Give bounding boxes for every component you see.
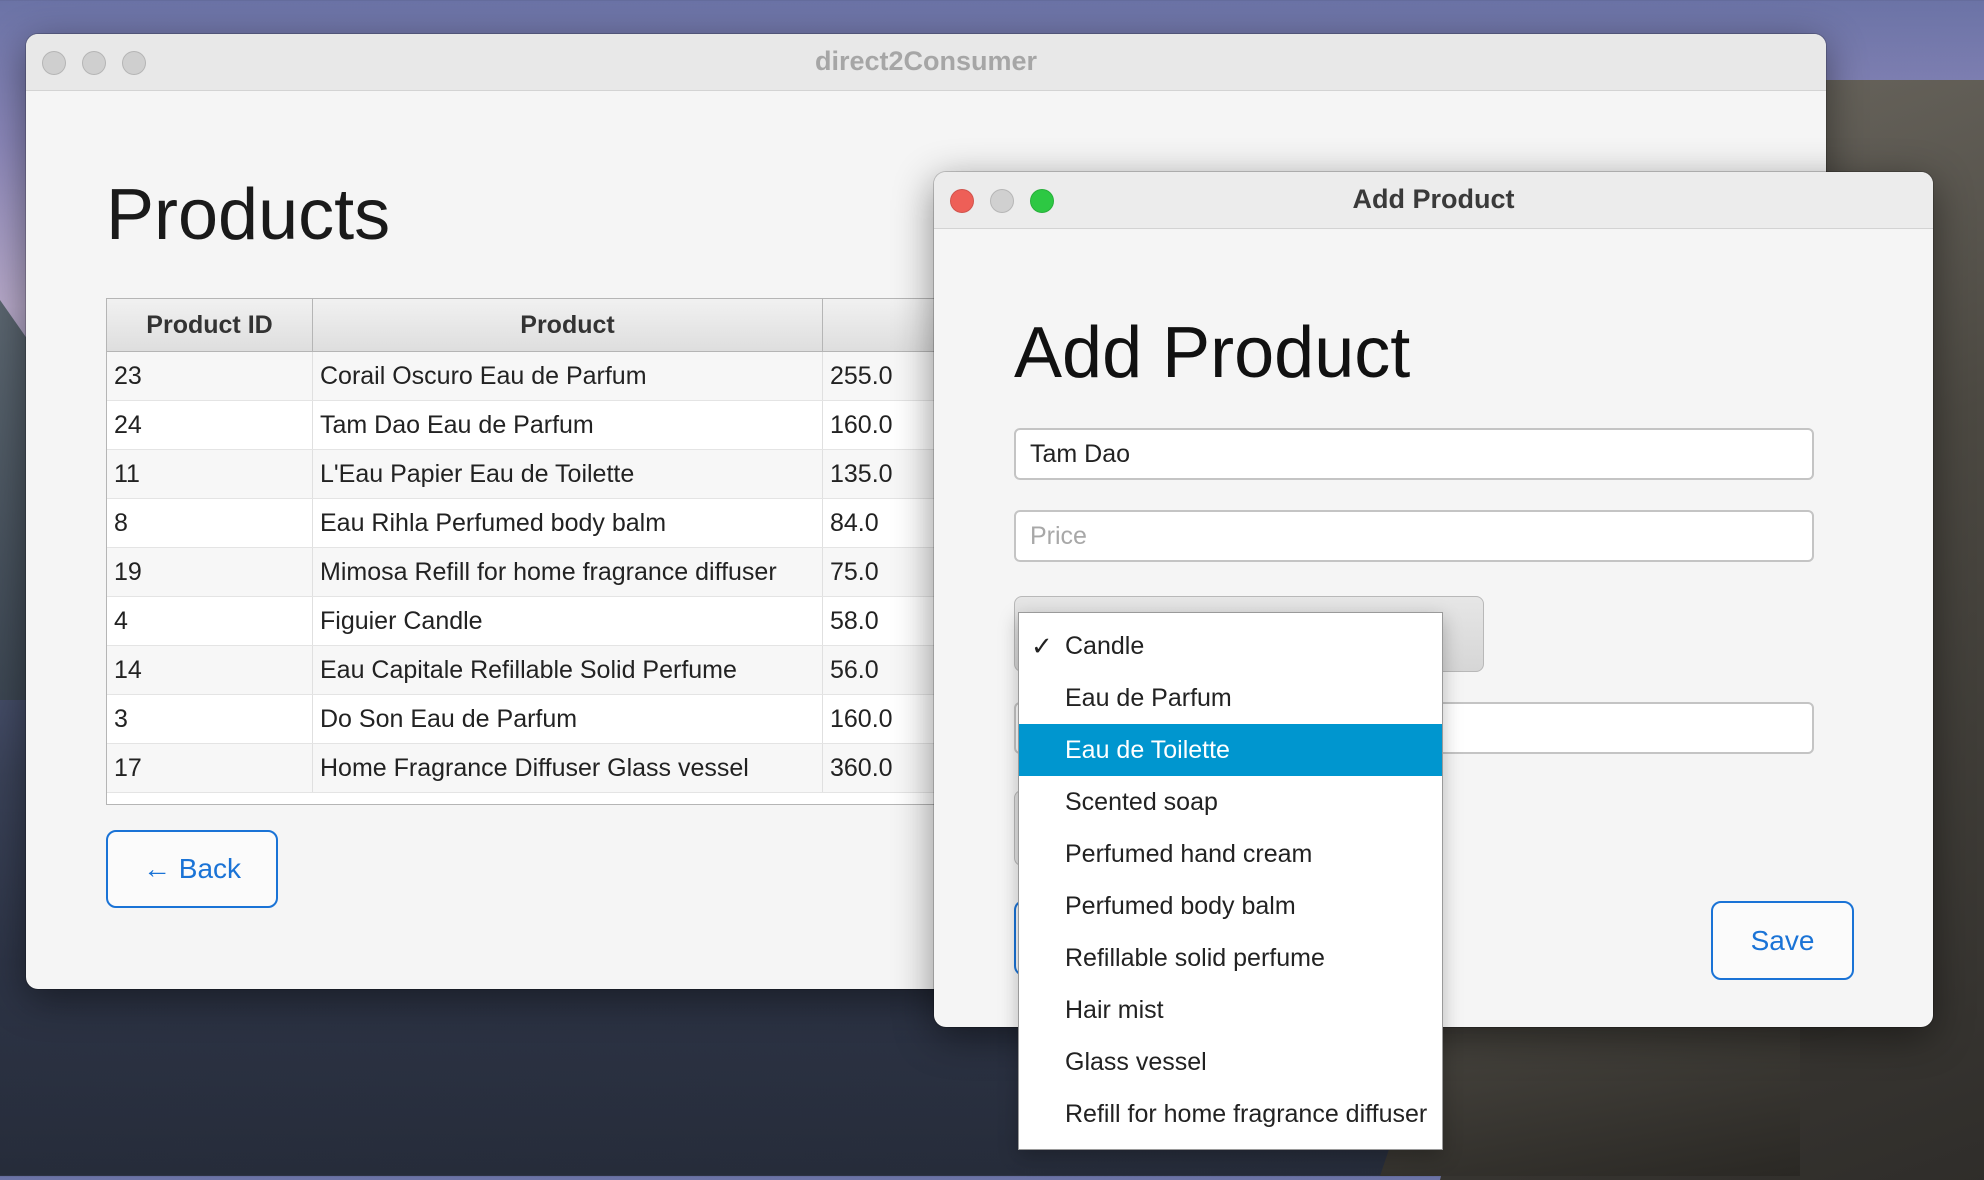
cell-product-id: 19 bbox=[107, 548, 313, 596]
checkmark-icon: ✓ bbox=[1031, 631, 1053, 661]
cell-product: Corail Oscuro Eau de Parfum bbox=[313, 352, 823, 400]
cell-product-id: 23 bbox=[107, 352, 313, 400]
cell-product: Eau Capitale Refillable Solid Perfume bbox=[313, 646, 823, 694]
cell-product: Home Fragrance Diffuser Glass vessel bbox=[313, 744, 823, 792]
dropdown-option[interactable]: Hair mist bbox=[1019, 984, 1442, 1036]
window-title: Add Product bbox=[1352, 184, 1515, 214]
cell-product: Mimosa Refill for home fragrance diffuse… bbox=[313, 548, 823, 596]
dropdown-option-label: Perfumed hand cream bbox=[1065, 840, 1313, 868]
cell-product: L'Eau Papier Eau de Toilette bbox=[313, 450, 823, 498]
cell-product-id: 3 bbox=[107, 695, 313, 743]
cell-product: Do Son Eau de Parfum bbox=[313, 695, 823, 743]
dialog-title: Add Product bbox=[1014, 313, 1411, 393]
dropdown-option-label: Hair mist bbox=[1065, 996, 1164, 1024]
cell-product-id: 24 bbox=[107, 401, 313, 449]
dropdown-option[interactable]: Scented soap bbox=[1019, 776, 1442, 828]
dropdown-option-label: Perfumed body balm bbox=[1065, 892, 1296, 920]
cell-product-id: 4 bbox=[107, 597, 313, 645]
cell-product-id: 11 bbox=[107, 450, 313, 498]
dropdown-option-label: Scented soap bbox=[1065, 788, 1218, 816]
dropdown-option[interactable]: Eau de Toilette bbox=[1019, 724, 1442, 776]
category-dropdown-list[interactable]: ✓ Candle Eau de Parfum Eau de Toilette Scent… bbox=[1018, 612, 1443, 1150]
cell-product: Tam Dao Eau de Parfum bbox=[313, 401, 823, 449]
add-product-titlebar[interactable]: Add Product bbox=[934, 172, 1933, 229]
dropdown-option-label: Eau de Toilette bbox=[1065, 736, 1230, 764]
dropdown-option-label: Eau de Parfum bbox=[1065, 684, 1232, 712]
back-button[interactable]: ← Back bbox=[106, 830, 278, 908]
dropdown-option[interactable]: Glass vessel bbox=[1019, 1036, 1442, 1088]
dropdown-option[interactable]: Perfumed body balm bbox=[1019, 880, 1442, 932]
product-name-input[interactable]: Tam Dao bbox=[1014, 428, 1814, 480]
cell-product-id: 8 bbox=[107, 499, 313, 547]
dropdown-option[interactable]: ✓ Candle bbox=[1019, 620, 1442, 672]
dropdown-option-label: Refill for home fragrance diffuser bbox=[1065, 1100, 1428, 1128]
page-title: Products bbox=[106, 175, 391, 255]
cell-product-id: 17 bbox=[107, 744, 313, 792]
cell-product-id: 14 bbox=[107, 646, 313, 694]
dropdown-option-label: Candle bbox=[1065, 632, 1145, 660]
column-header-product[interactable]: Product bbox=[313, 299, 823, 351]
column-header-product-id[interactable]: Product ID bbox=[107, 299, 313, 351]
price-input[interactable]: Price bbox=[1014, 510, 1814, 562]
dropdown-option[interactable]: Eau de Parfum bbox=[1019, 672, 1442, 724]
cell-product: Figuier Candle bbox=[313, 597, 823, 645]
save-button[interactable]: Save bbox=[1711, 901, 1854, 980]
dropdown-option[interactable]: Refill for home fragrance diffuser bbox=[1019, 1088, 1442, 1140]
dropdown-option-label: Glass vessel bbox=[1065, 1048, 1207, 1076]
dropdown-option-label: Refillable solid perfume bbox=[1065, 944, 1325, 972]
dropdown-option[interactable]: Refillable solid perfume bbox=[1019, 932, 1442, 984]
dropdown-option[interactable]: Perfumed hand cream bbox=[1019, 828, 1442, 880]
window-title: direct2Consumer bbox=[814, 46, 1038, 76]
cell-product: Eau Rihla Perfumed body balm bbox=[313, 499, 823, 547]
main-titlebar[interactable]: direct2Consumer bbox=[26, 34, 1826, 91]
